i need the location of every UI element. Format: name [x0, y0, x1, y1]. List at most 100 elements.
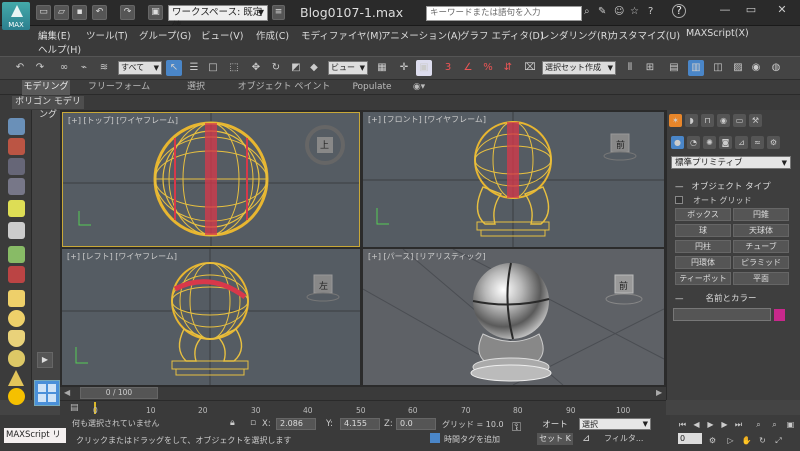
zoom-icon[interactable]: ⌕ — [752, 419, 765, 431]
viewport-perspective-label[interactable]: [+] [パース] [リアリスティック] — [368, 251, 486, 262]
bind-space-warp-icon[interactable]: ≋ — [96, 60, 112, 76]
tab-selection[interactable]: 選択 — [176, 80, 216, 95]
undo-icon[interactable]: ↶ — [92, 5, 107, 20]
camera-icon[interactable] — [8, 266, 25, 283]
menu-edit[interactable]: 編集(E) — [38, 28, 70, 42]
app-logo-icon[interactable]: MAX — [2, 2, 30, 30]
box-button[interactable]: ボックス — [675, 208, 731, 221]
helpers-icon[interactable]: ⊿ — [735, 136, 748, 149]
menu-group[interactable]: グループ(G) — [139, 28, 191, 42]
project-folder-icon[interactable]: ▣ — [148, 5, 163, 20]
menu-graph-editors[interactable]: グラフ エディタ(D) — [460, 28, 544, 42]
reference-coordinate-select[interactable]: ビュー ▼ — [328, 61, 368, 75]
mirror-icon[interactable]: ⫴ — [622, 60, 638, 76]
unlink-icon[interactable]: ⌁ — [76, 60, 92, 76]
auto-key-button[interactable]: オート — [537, 418, 573, 430]
selection-filter-select[interactable]: すべて ▼ — [118, 61, 162, 75]
track-bar-icon[interactable]: ▤ — [70, 403, 79, 413]
time-tag-icon[interactable] — [430, 433, 440, 443]
box-icon[interactable] — [8, 290, 25, 307]
add-time-tag[interactable]: 時間タグを追加 — [444, 434, 500, 445]
zoom-all-icon[interactable]: ⌕ — [768, 419, 781, 431]
scene-explorer-icon[interactable]: ▤ — [666, 60, 682, 76]
sculpt-icon[interactable] — [8, 222, 25, 239]
viewport-top-label[interactable]: [+] [トップ] [ワイヤフレーム] — [68, 115, 178, 126]
tab-modeling[interactable]: モデリング — [22, 80, 70, 95]
ribbon-options-icon[interactable]: ◉▾ — [408, 80, 430, 95]
key-mode-select[interactable]: 選択 ▼ — [579, 418, 651, 430]
motion-tab-icon[interactable]: ◉ — [717, 114, 730, 127]
character-icon[interactable] — [8, 246, 25, 263]
chevron-right-icon[interactable]: ▶ — [656, 388, 662, 397]
maximize-icon[interactable]: ▭ — [738, 0, 764, 20]
layer-explorer-icon[interactable]: ▥ — [688, 60, 704, 76]
systems-icon[interactable]: ⚙ — [767, 136, 780, 149]
menu-maxscript[interactable]: MAXScript(X) — [686, 28, 749, 39]
menu-rendering[interactable]: レンダリング(R) — [540, 28, 611, 42]
play-icon[interactable]: ▶ — [37, 352, 53, 368]
chevron-left-icon[interactable]: ◀ — [64, 388, 70, 397]
undo-icon[interactable]: ↶ — [12, 60, 28, 76]
save-icon[interactable]: ▪ — [72, 5, 87, 20]
light-bulb-icon[interactable] — [8, 200, 25, 217]
viewport-layout-icon[interactable] — [34, 380, 60, 406]
link-icon[interactable]: ∞ — [56, 60, 72, 76]
binoculars-icon[interactable]: ⌕ — [584, 6, 590, 17]
select-by-name-icon[interactable]: ☰ — [186, 60, 202, 76]
tools-icon[interactable]: ✎ — [598, 6, 606, 17]
edit-named-selection-icon[interactable]: ⌧ — [522, 60, 538, 76]
create-tab-icon[interactable]: ✶ — [669, 114, 682, 127]
grid-icon[interactable] — [8, 158, 25, 175]
workspace-select[interactable]: ワークスペース: 既定値▼ — [168, 5, 268, 32]
autogrid-checkbox[interactable]: オート グリッド — [675, 195, 795, 206]
rectangle-selection-icon[interactable]: □ — [205, 60, 221, 76]
sphere-button[interactable]: 球 — [675, 224, 731, 237]
pan-icon[interactable]: ✋ — [740, 435, 753, 447]
current-frame-field[interactable]: 0 — [678, 433, 702, 444]
new-file-icon[interactable]: ▭ — [36, 5, 51, 20]
info-icon[interactable]: ? — [672, 4, 686, 18]
schematic-view-icon[interactable]: ▨ — [730, 60, 746, 76]
plane-button[interactable]: 平面 — [733, 272, 789, 285]
keyboard-shortcut-icon[interactable]: ▣ — [416, 60, 432, 76]
teapot-button[interactable]: ティーポット — [675, 272, 731, 285]
previous-frame-icon[interactable]: ◀ — [690, 419, 703, 431]
paint-brush-icon[interactable] — [8, 138, 25, 155]
sphere-icon[interactable] — [8, 310, 25, 327]
angle-snap-icon[interactable]: ∠ — [460, 60, 476, 76]
y-coordinate-field[interactable]: 4.155 — [340, 418, 380, 430]
orbit-icon[interactable]: ↻ — [756, 435, 769, 447]
time-slider-thumb[interactable]: 0 / 100 — [80, 387, 158, 399]
maxscript-listener[interactable]: MAXScript リ — [4, 428, 66, 443]
menu-customize[interactable]: カスタマイズ(U) — [609, 28, 680, 42]
pyramid-button[interactable]: ピラミッド — [733, 256, 789, 269]
time-slider[interactable]: 0 / 100 ◀ ▶ — [60, 387, 666, 400]
z-coordinate-field[interactable]: 0.0 — [396, 418, 436, 430]
field-of-view-icon[interactable]: ▷ — [724, 435, 737, 447]
play-icon[interactable]: ▶ — [704, 419, 717, 431]
spinner-snap-icon[interactable]: ⇵ — [500, 60, 516, 76]
help-icon[interactable]: ? — [648, 6, 653, 17]
go-to-end-icon[interactable]: ⏭ — [732, 419, 745, 431]
list-icon[interactable] — [8, 178, 25, 195]
star-icon[interactable]: ☆ — [630, 6, 639, 17]
isolate-icon[interactable]: ▫ — [250, 418, 256, 428]
viewcube-front-label[interactable]: 前 — [616, 138, 625, 151]
key-filters-button[interactable]: フィルタ... — [604, 433, 643, 444]
menu-help[interactable]: ヘルプ(H) — [38, 42, 81, 56]
teapot-icon[interactable] — [8, 330, 25, 347]
torus-button[interactable]: 円環体 — [675, 256, 731, 269]
hierarchy-tab-icon[interactable]: ⊓ — [701, 114, 714, 127]
search-input[interactable]: キーワードまたは語句を入力 — [426, 6, 582, 21]
wrench-icon[interactable] — [8, 118, 25, 135]
viewport-top[interactable]: [+] [トップ] [ワイヤフレーム] 上 — [62, 112, 360, 247]
primitive-category-select[interactable]: 標準プリミティブ ▼ — [671, 156, 791, 169]
key-filter-icon[interactable]: ⊿ — [582, 433, 590, 444]
menu-tools[interactable]: ツール(T) — [86, 28, 128, 42]
select-object-icon[interactable]: ↖ — [166, 60, 182, 76]
rotate-icon[interactable]: ↻ — [268, 60, 284, 76]
tab-object-paint[interactable]: オブジェクト ペイント — [236, 80, 332, 95]
display-tab-icon[interactable]: ▭ — [733, 114, 746, 127]
viewport-front[interactable]: [+] [フロント] [ワイヤフレーム] 前 — [363, 112, 664, 247]
people-icon[interactable]: ☺ — [614, 6, 624, 17]
